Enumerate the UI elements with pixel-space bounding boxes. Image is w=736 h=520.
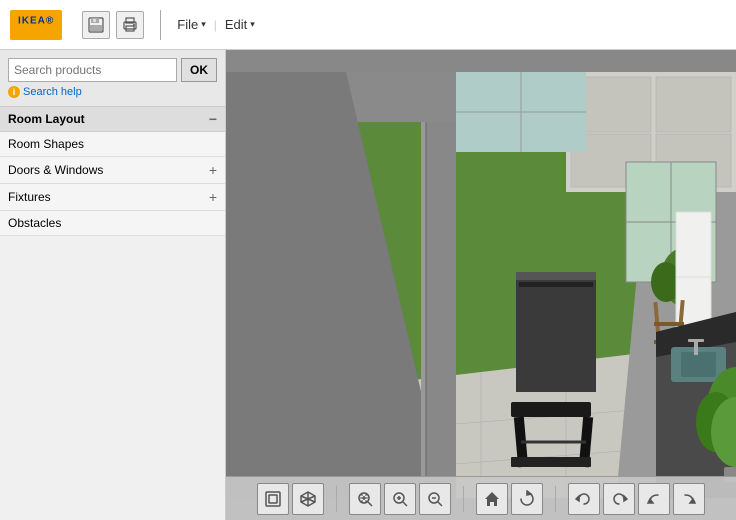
navigation-group [476,483,543,515]
obstacles-item[interactable]: Obstacles [0,211,225,236]
doors-windows-plus: + [209,162,217,178]
logo-trademark: ® [46,15,54,26]
rotate-right-button[interactable] [673,483,705,515]
bottom-toolbar [226,476,736,520]
view-mode-group [257,483,324,515]
undo-button[interactable] [568,483,600,515]
logo-text: IKEA [18,15,46,26]
fixtures-label: Fixtures [8,190,51,204]
room-scene [226,50,736,520]
toolbar-icons [82,11,144,39]
rotate-cw-button[interactable] [511,483,543,515]
room-layout-header: Room Layout − [0,107,225,132]
search-ok-button[interactable]: OK [181,58,217,82]
obstacles-label: Obstacles [8,216,61,230]
sidebar: OK i Search help Room Layout − Room Shap… [0,50,226,520]
toolbar-sep-3 [555,486,556,512]
edit-menu[interactable]: Edit ▾ [225,17,255,32]
2d-view-button[interactable] [257,483,289,515]
zoom-fit-button[interactable] [349,483,381,515]
toolbar-divider [160,10,161,40]
file-menu-arrow: ▾ [201,19,206,30]
help-icon: i [8,86,20,98]
search-help-label: Search help [23,86,82,98]
top-bar: IKEA® File ▾ | [0,0,736,50]
toolbar-sep-1 [336,486,337,512]
canvas-area[interactable] [226,50,736,520]
fixtures-item[interactable]: Fixtures + [0,184,225,211]
fixtures-plus: + [209,189,217,205]
search-area: OK i Search help [0,50,225,107]
doors-windows-label: Doors & Windows [8,163,103,177]
home-button[interactable] [476,483,508,515]
3d-view-button[interactable] [292,483,324,515]
undo-redo-group [568,483,705,515]
zoom-out-button[interactable] [419,483,451,515]
ikea-logo: IKEA® [10,10,62,40]
save-button[interactable] [82,11,110,39]
minimize-button[interactable]: − [209,112,217,126]
search-row: OK [8,58,217,82]
zoom-in-button[interactable] [384,483,416,515]
room-layout-title: Room Layout [8,112,85,126]
search-help-link[interactable]: i Search help [8,86,217,98]
doors-windows-item[interactable]: Doors & Windows + [0,157,225,184]
search-input[interactable] [8,58,177,82]
main-area: OK i Search help Room Layout − Room Shap… [0,50,736,520]
room-shapes-label: Room Shapes [8,137,84,151]
print-button[interactable] [116,11,144,39]
edit-menu-label: Edit [225,17,247,32]
edit-menu-arrow: ▾ [250,19,255,30]
file-menu[interactable]: File ▾ [177,17,205,32]
zoom-group [349,483,451,515]
redo-button[interactable] [603,483,635,515]
toolbar-sep-2 [463,486,464,512]
rotate-left-button[interactable] [638,483,670,515]
menu-bar: File ▾ | Edit ▾ [177,17,255,32]
room-layout-section: Room Layout − Room Shapes Doors & Window… [0,107,225,520]
room-shapes-item[interactable]: Room Shapes [0,132,225,157]
file-menu-label: File [177,17,198,32]
